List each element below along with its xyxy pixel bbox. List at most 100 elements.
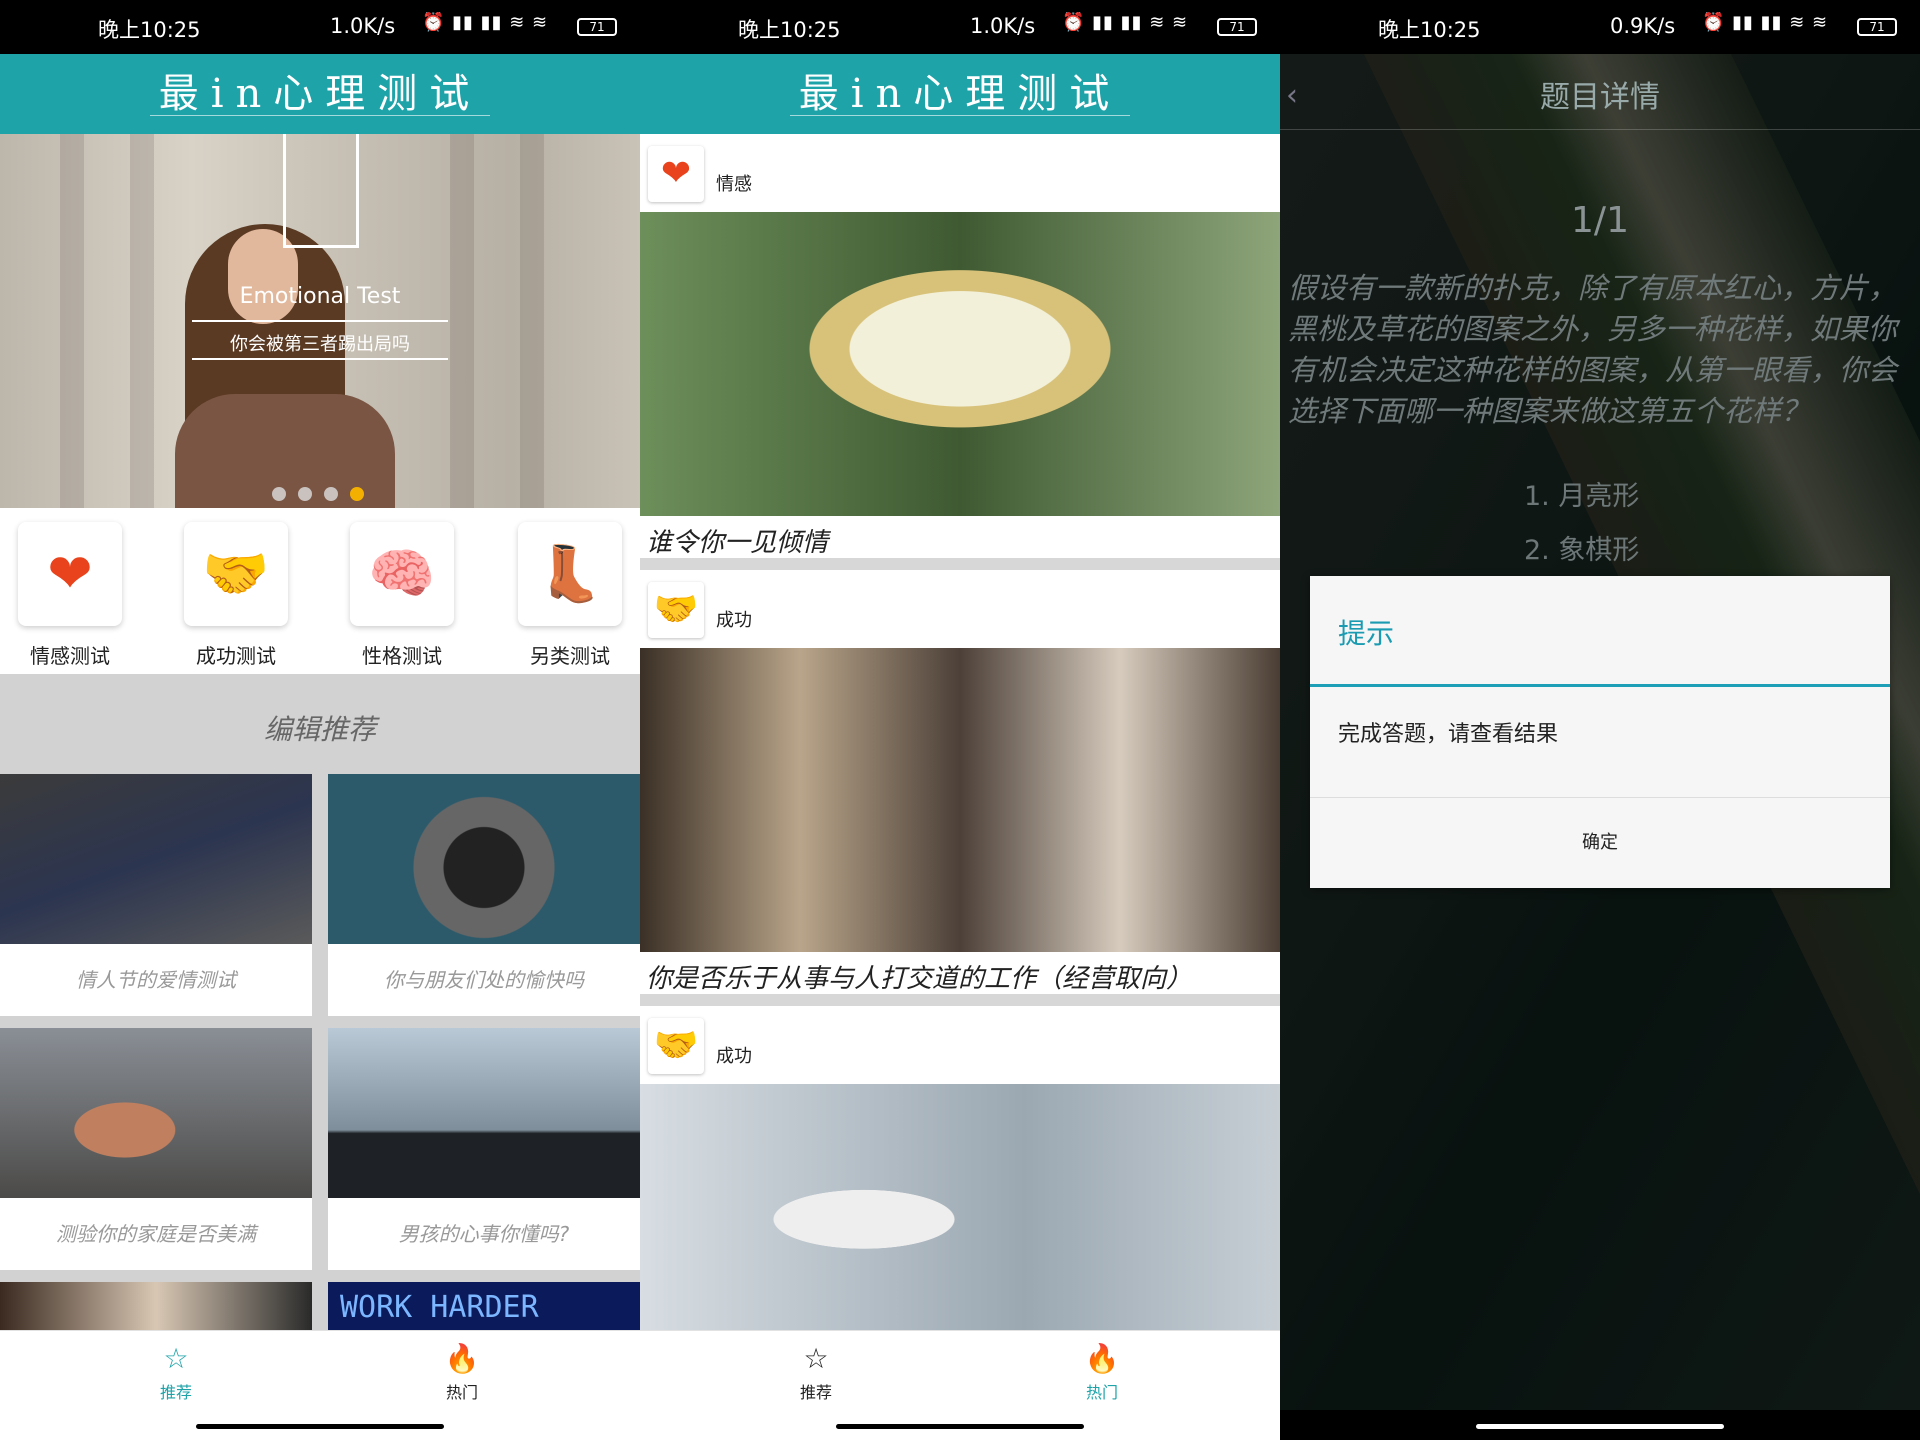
heart-icon: ❤ <box>648 146 704 202</box>
carousel-indicator <box>272 486 376 505</box>
status-time: 晚上10:25 <box>738 18 841 42</box>
handshake-icon: 🤝 <box>184 522 288 626</box>
status-bar: 晚上10:25 1.0K/s ⏰ ▮▮ ▮▮ ≋ ≋ 71 <box>0 0 640 54</box>
status-time: 晚上10:25 <box>1378 18 1481 42</box>
tab-hot[interactable]: 🔥 热门 <box>1042 1339 1162 1403</box>
test-feed-list: ❤ 情感 谁令你一见倾情 🤝 成功 你是否乐于从事与人打交道的工作（经营取向） … <box>640 134 1280 1330</box>
app-title: 最in心理测试 <box>798 71 1122 117</box>
category-alternative[interactable]: 👢 另类测试 <box>518 522 622 669</box>
tab-label: 热门 <box>1085 1383 1118 1402</box>
status-icons: ⏰ ▮▮ ▮▮ ≋ ≋ <box>422 12 549 33</box>
confirm-button[interactable]: 确定 <box>1310 798 1890 888</box>
bookmark-star-icon: ☆ <box>803 1342 829 1375</box>
section-title: 编辑推荐 <box>263 713 376 746</box>
page-title: 题目详情 <box>1540 80 1660 115</box>
card-title: 你是否乐于从事与人打交道的工作（经营取向） <box>646 964 1193 994</box>
hot-feed-screen: 晚上10:25 1.0K/s ⏰ ▮▮ ▮▮ ≋ ≋ 71 最in心理测试 ❤ … <box>640 0 1280 1440</box>
tab-recommend[interactable]: ☆ 推荐 <box>756 1339 876 1403</box>
pick-caption: 你与朋友们处的愉快吗 <box>384 968 584 992</box>
category-success[interactable]: 🤝 成功测试 <box>184 522 288 669</box>
title-underline <box>150 115 490 116</box>
card-category: 情感 <box>716 174 752 195</box>
dialog-title: 提示 <box>1338 617 1395 650</box>
pick-card[interactable]: 你与朋友们处的愉快吗 <box>328 774 640 1016</box>
editor-picks-header: 编辑推荐 <box>0 674 640 774</box>
handshake-icon: 🤝 <box>648 582 704 638</box>
pick-caption: 男孩的心事你懂吗? <box>398 1222 570 1246</box>
category-label: 成功测试 <box>196 644 276 668</box>
pick-image <box>328 774 640 944</box>
answer-option[interactable]: 1. 月亮形 <box>1524 474 1639 513</box>
question-detail-screen: 晚上10:25 0.9K/s ⏰ ▮▮ ▮▮ ≋ ≋ 71 题目详情 ‹ 1/1… <box>1280 0 1920 1440</box>
battery-icon: 71 <box>577 18 617 36</box>
card-category: 成功 <box>716 1046 752 1067</box>
hot-icon: 🔥 <box>1084 1342 1120 1375</box>
battery-icon: 71 <box>1217 18 1257 36</box>
carousel-dot[interactable] <box>272 487 286 501</box>
brain-icon: 🧠 <box>350 522 454 626</box>
banner-title: Emotional Test <box>239 284 401 309</box>
home-gesture-bar[interactable] <box>1476 1424 1724 1429</box>
pick-card[interactable]: 测验你的家庭是否美满 <box>0 1028 312 1270</box>
pick-card[interactable]: WORK HARDER <box>328 1282 640 1330</box>
network-speed: 1.0K/s <box>970 14 1036 38</box>
detail-header: 题目详情 <box>1280 54 1920 130</box>
banner-subtitle: 你会被第三者踢出局吗 <box>230 334 410 355</box>
tab-recommend[interactable]: ☆ 推荐 <box>116 1339 236 1403</box>
home-gesture-bar[interactable] <box>196 1424 444 1429</box>
wall-stripe <box>450 134 474 508</box>
status-icons: ⏰ ▮▮ ▮▮ ≋ ≋ <box>1702 12 1829 33</box>
category-label: 性格测试 <box>362 644 442 668</box>
feed-card[interactable]: 🤝 成功 你是否乐于从事与人打交道的工作（经营取向） <box>640 570 1280 994</box>
card-title: 谁令你一见倾情 <box>646 528 829 558</box>
carousel-dot[interactable] <box>324 487 338 501</box>
home-indicator <box>640 1410 1280 1440</box>
app-title-bar: 最in心理测试 <box>640 54 1280 134</box>
category-emotion[interactable]: ❤ 情感测试 <box>18 522 122 669</box>
tab-label: 热门 <box>445 1383 478 1402</box>
home-indicator <box>1280 1410 1920 1440</box>
category-personality[interactable]: 🧠 性格测试 <box>350 522 454 669</box>
feed-card[interactable]: 🤝 成功 <box>640 1006 1280 1330</box>
home-gesture-bar[interactable] <box>836 1424 1084 1429</box>
network-speed: 1.0K/s <box>330 14 396 38</box>
jester-shoe-icon: 👢 <box>518 522 622 626</box>
tab-label: 推荐 <box>159 1383 192 1402</box>
wall-stripe <box>60 134 84 508</box>
tab-hot[interactable]: 🔥 热门 <box>402 1339 522 1403</box>
category-label: 另类测试 <box>530 644 610 668</box>
category-row: ❤ 情感测试 🤝 成功测试 🧠 性格测试 👢 另类测试 <box>0 508 640 673</box>
tab-label: 推荐 <box>799 1383 832 1402</box>
carousel-dot[interactable] <box>298 487 312 501</box>
pick-card[interactable]: 男孩的心事你懂吗? <box>328 1028 640 1270</box>
pick-card[interactable]: 情人节的爱情测试 <box>0 774 312 1016</box>
result-dialog: 提示 完成答题，请查看结果 确定 <box>1310 576 1890 888</box>
handshake-icon: 🤝 <box>648 1018 704 1074</box>
status-bar: 晚上10:25 0.9K/s ⏰ ▮▮ ▮▮ ≋ ≋ 71 <box>1280 0 1920 54</box>
card-image <box>640 648 1280 952</box>
dialog-divider <box>1310 684 1890 687</box>
app-title-bar: 最in心理测试 <box>0 54 640 134</box>
wall-stripe <box>130 134 154 508</box>
back-arrow-icon[interactable]: ‹ <box>1286 78 1298 113</box>
banner-frame <box>283 134 359 248</box>
feed-card[interactable]: ❤ 情感 谁令你一见倾情 <box>640 134 1280 558</box>
category-label: 情感测试 <box>30 644 110 668</box>
banner-divider <box>192 320 448 322</box>
wall-stripe <box>520 134 544 508</box>
card-image <box>640 212 1280 516</box>
home-screen: 晚上10:25 1.0K/s ⏰ ▮▮ ▮▮ ≋ ≋ 71 最in心理测试 Em… <box>0 0 640 1440</box>
editor-picks-grid: 情人节的爱情测试 你与朋友们处的愉快吗 测验你的家庭是否美满 男孩的心事你懂吗?… <box>0 774 640 1330</box>
title-underline <box>790 115 1130 116</box>
status-bar: 晚上10:25 1.0K/s ⏰ ▮▮ ▮▮ ≋ ≋ 71 <box>640 0 1280 54</box>
pick-image <box>0 774 312 944</box>
carousel-dot-active[interactable] <box>350 487 364 501</box>
answer-option[interactable]: 2. 象棋形 <box>1524 528 1639 567</box>
card-image <box>640 1084 1280 1330</box>
battery-icon: 71 <box>1857 18 1897 36</box>
banner-carousel[interactable]: Emotional Test 你会被第三者踢出局吗 <box>0 134 640 508</box>
hot-icon: 🔥 <box>444 1342 480 1375</box>
pick-card[interactable] <box>0 1282 312 1330</box>
pick-image <box>0 1282 312 1330</box>
dialog-message: 完成答题，请查看结果 <box>1338 722 1559 747</box>
